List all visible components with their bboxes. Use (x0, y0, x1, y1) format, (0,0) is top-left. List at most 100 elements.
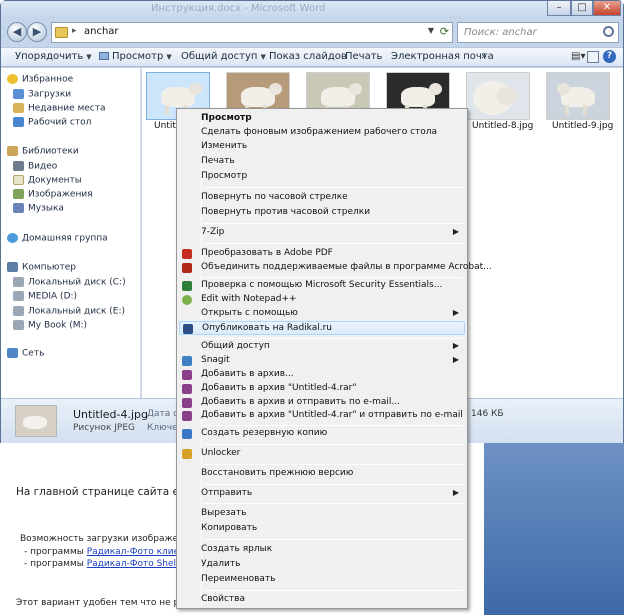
submenu-arrow-icon: ▶ (452, 488, 459, 497)
share-button[interactable]: Общий доступ ▼ (181, 51, 266, 62)
command-bar: Упорядочить ▼ Просмотр ▼ Общий доступ ▼ Пок… (1, 47, 623, 67)
library-icon (7, 146, 18, 156)
menu-separator (203, 425, 463, 426)
nav-item-documents[interactable]: Документы (13, 175, 82, 189)
menu-item-copy[interactable]: Копировать (179, 522, 465, 536)
menu-separator (203, 484, 463, 485)
adobe-pdf-icon (182, 249, 192, 259)
menu-item-delete[interactable]: Удалить (179, 558, 465, 572)
nav-item-network[interactable]: Сеть (7, 348, 44, 362)
winrar-icon (182, 411, 192, 421)
nav-item-media-d[interactable]: MEDIA (D:) (13, 291, 77, 305)
search-input[interactable]: Поиск: anchar (457, 22, 619, 43)
doc-link-client[interactable]: Радикал-Фото клиент (87, 547, 191, 557)
menu-item-add-rar-email[interactable]: Добавить в архив "Untitled-4.rar" и отпр… (179, 409, 465, 423)
submenu-arrow-icon: ▶ (452, 227, 459, 236)
menu-item-preview-default[interactable]: Просмотр (179, 112, 465, 126)
detail-thumbnail (15, 405, 57, 437)
menu-item-7zip[interactable]: 7-Zip ▶ (179, 226, 465, 240)
desktop-icon (13, 117, 24, 127)
menu-item-add-email[interactable]: Добавить в архив и отправить по e-mail..… (179, 396, 465, 410)
menu-item-add-archive[interactable]: Добавить в архив... (179, 368, 465, 382)
homegroup-icon (7, 233, 18, 243)
drive-icon (13, 320, 24, 330)
menu-item-mse-scan[interactable]: Проверка с помощью Microsoft Security Es… (179, 279, 465, 293)
nav-item-favorites[interactable]: Избранное (7, 74, 73, 88)
menu-item-restore[interactable]: Восстановить прежнюю версию (179, 467, 465, 481)
more-commands-button[interactable]: » (481, 51, 487, 62)
window-title: Инструкция.docx - Microsoft Word (151, 3, 326, 14)
menu-item-open-with[interactable]: Открыть с помощью ▶ (179, 307, 465, 321)
menu-item-preview[interactable]: Просмотр (179, 170, 465, 184)
backup-icon (182, 429, 192, 439)
print-button[interactable]: Печать (345, 51, 382, 62)
menu-item-set-wallpaper[interactable]: Сделать фоновым изображением рабочего ст… (179, 126, 465, 140)
menu-item-to-pdf[interactable]: Преобразовать в Adobe PDF (179, 247, 465, 261)
menu-separator (203, 590, 463, 591)
maximize-button[interactable]: □ (571, 1, 593, 16)
address-bar[interactable]: ▸ anchar ▼ ⟳ (51, 22, 453, 43)
preview-pane-icon[interactable] (587, 51, 599, 63)
nav-item-homegroup[interactable]: Домашняя группа (7, 233, 108, 247)
nav-item-disk-e[interactable]: Локальный диск (E:) (13, 306, 125, 320)
menu-separator (203, 503, 463, 504)
menu-item-rename[interactable]: Переименовать (179, 573, 465, 587)
menu-item-rotate-cw[interactable]: Повернуть по часовой стрелке (179, 191, 465, 205)
submenu-arrow-icon: ▶ (452, 308, 459, 317)
music-icon (13, 203, 24, 213)
nav-item-computer[interactable]: Компьютер (7, 262, 76, 276)
file-label[interactable]: Untitled-9.jpg (552, 121, 613, 131)
menu-item-create-shortcut[interactable]: Создать ярлык (179, 543, 465, 557)
menu-item-backup[interactable]: Создать резервную копию (179, 427, 465, 441)
menu-item-send-to[interactable]: Отправить ▶ (179, 487, 465, 501)
nav-item-recent[interactable]: Недавние места (13, 103, 106, 117)
menu-item-rotate-ccw[interactable]: Повернуть против часовой стрелки (179, 206, 465, 220)
organize-button[interactable]: Упорядочить ▼ (15, 51, 92, 62)
close-button[interactable]: ✕ (593, 1, 621, 16)
nav-item-video[interactable]: Видео (13, 161, 57, 175)
address-path: anchar (84, 26, 119, 37)
menu-item-share[interactable]: Общий доступ ▶ (179, 340, 465, 354)
menu-item-combine-acrobat[interactable]: Объединить поддерживаемые файлы в програ… (179, 261, 492, 275)
nav-item-libraries[interactable]: Библиотеки (7, 146, 79, 160)
nav-item-desktop[interactable]: Рабочий стол (13, 117, 91, 131)
chevron-down-icon[interactable]: ▼ (428, 26, 434, 35)
file-label[interactable]: Untitled-8.jpg (472, 121, 533, 131)
detail-size: 146 КБ (471, 409, 504, 419)
menu-item-edit[interactable]: Изменить (179, 140, 465, 154)
file-thumbnail[interactable] (546, 72, 610, 120)
menu-item-cut[interactable]: Вырезать (179, 507, 465, 521)
back-button[interactable]: ◀ (7, 22, 27, 42)
menu-separator (203, 187, 463, 188)
menu-item-add-rar[interactable]: Добавить в архив "Untitled-4.rar" (179, 382, 465, 396)
forward-button[interactable]: ▶ (27, 22, 47, 42)
snagit-icon (182, 356, 192, 366)
views-icon[interactable]: ▤▾ (571, 51, 585, 62)
search-placeholder: Поиск: anchar (464, 27, 537, 38)
menu-item-print[interactable]: Печать (179, 155, 465, 169)
menu-item-notepadpp[interactable]: Edit with Notepad++ (179, 293, 465, 307)
help-icon[interactable]: ? (603, 50, 616, 63)
file-label[interactable]: Untitl (154, 121, 178, 131)
nav-item-music[interactable]: Музыка (13, 203, 64, 217)
menu-item-radikal[interactable]: Опубликовать на Radikal.ru (179, 321, 465, 335)
detail-filetype: Рисунок JPEG (73, 423, 135, 433)
menu-item-unlocker[interactable]: Unlocker (179, 447, 465, 461)
file-thumbnail[interactable] (466, 72, 530, 120)
nav-item-disk-c[interactable]: Локальный диск (C:) (13, 277, 126, 291)
slideshow-button[interactable]: Показ слайдов (269, 51, 347, 62)
winrar-icon (182, 398, 192, 408)
minimize-button[interactable]: – (547, 1, 571, 16)
menu-item-snagit[interactable]: Snagit ▶ (179, 354, 465, 368)
refresh-icon[interactable]: ⟳ (440, 25, 449, 38)
menu-item-properties[interactable]: Свойства (179, 593, 465, 607)
menu-separator (203, 243, 463, 244)
nav-item-mybook-m[interactable]: My Book (M:) (13, 320, 87, 334)
submenu-arrow-icon: ▶ (452, 341, 459, 350)
unlocker-wand-icon (182, 449, 192, 459)
nav-item-downloads[interactable]: Загрузки (13, 89, 71, 103)
preview-button[interactable]: Просмотр ▼ (99, 51, 172, 62)
email-button[interactable]: Электронная почта (391, 51, 494, 62)
title-bar[interactable]: Инструкция.docx - Microsoft Word – □ ✕ (1, 1, 623, 17)
nav-item-images[interactable]: Изображения (13, 189, 93, 203)
